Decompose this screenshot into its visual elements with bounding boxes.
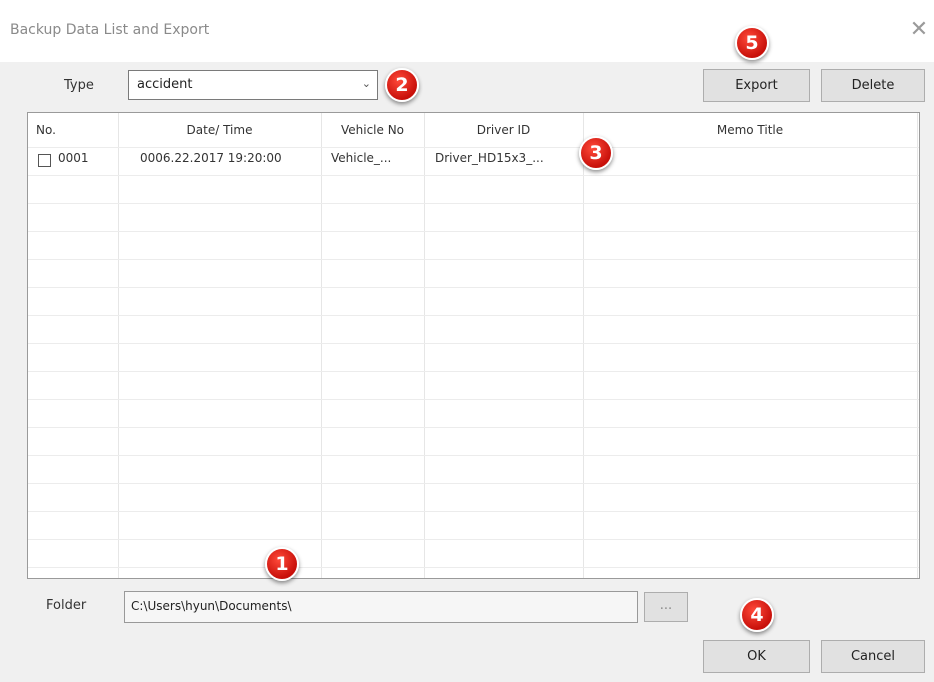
chevron-down-icon: ⌄ (361, 77, 371, 90)
callout-badge-1: 1 (265, 547, 299, 581)
folder-label: Folder (46, 598, 87, 613)
row-line (28, 147, 919, 148)
delete-button[interactable]: Delete (821, 69, 925, 102)
column-header-vehicle-no[interactable]: Vehicle No (321, 113, 424, 147)
callout-badge-3: 3 (579, 136, 613, 170)
row-line (28, 455, 919, 456)
column-divider (321, 113, 322, 578)
row-line (28, 203, 919, 204)
row-line (28, 399, 919, 400)
type-dropdown[interactable]: accident ⌄ (128, 70, 378, 100)
row-line (28, 175, 919, 176)
row-line (28, 483, 919, 484)
row-line (28, 371, 919, 372)
column-divider (917, 113, 918, 578)
cell-vehicle-no: Vehicle_... (331, 151, 392, 165)
row-line (28, 259, 919, 260)
row-checkbox[interactable] (38, 154, 51, 167)
column-header-no[interactable]: No. (28, 113, 76, 147)
callout-badge-5: 5 (735, 26, 769, 60)
cell-datetime: 0006.22.2017 19:20:00 (140, 151, 282, 165)
callout-badge-4: 4 (740, 598, 774, 632)
backup-data-table: No. Date/ Time Vehicle No Driver ID Memo… (27, 112, 920, 579)
ok-button[interactable]: OK (703, 640, 810, 673)
type-selected-value: accident (137, 77, 193, 92)
column-header-memo-title[interactable]: Memo Title (583, 113, 917, 147)
browse-folder-button[interactable]: ... (644, 592, 688, 622)
row-line (28, 343, 919, 344)
row-line (28, 231, 919, 232)
close-icon[interactable]: ✕ (905, 16, 933, 44)
callout-badge-2: 2 (385, 68, 419, 102)
window-title: Backup Data List and Export (10, 22, 210, 38)
backup-dialog: Backup Data List and Export ✕ Type accid… (0, 0, 934, 682)
column-divider (583, 113, 584, 578)
title-bar: Backup Data List and Export ✕ (0, 0, 934, 62)
cell-driver-id: Driver_HD15x3_... (435, 151, 544, 165)
folder-path-value: C:\Users\hyun\Documents\ (131, 599, 292, 613)
column-divider (118, 113, 119, 578)
row-line (28, 539, 919, 540)
column-header-driver-id[interactable]: Driver ID (424, 113, 583, 147)
row-line (28, 567, 919, 568)
row-line (28, 315, 919, 316)
row-line (28, 427, 919, 428)
cancel-button[interactable]: Cancel (821, 640, 925, 673)
cell-no: 0001 (58, 151, 89, 165)
folder-path-field[interactable]: C:\Users\hyun\Documents\ (124, 591, 638, 623)
export-button[interactable]: Export (703, 69, 810, 102)
row-line (28, 287, 919, 288)
column-divider (424, 113, 425, 578)
column-header-datetime[interactable]: Date/ Time (118, 113, 321, 147)
type-label: Type (64, 78, 94, 93)
row-line (28, 511, 919, 512)
